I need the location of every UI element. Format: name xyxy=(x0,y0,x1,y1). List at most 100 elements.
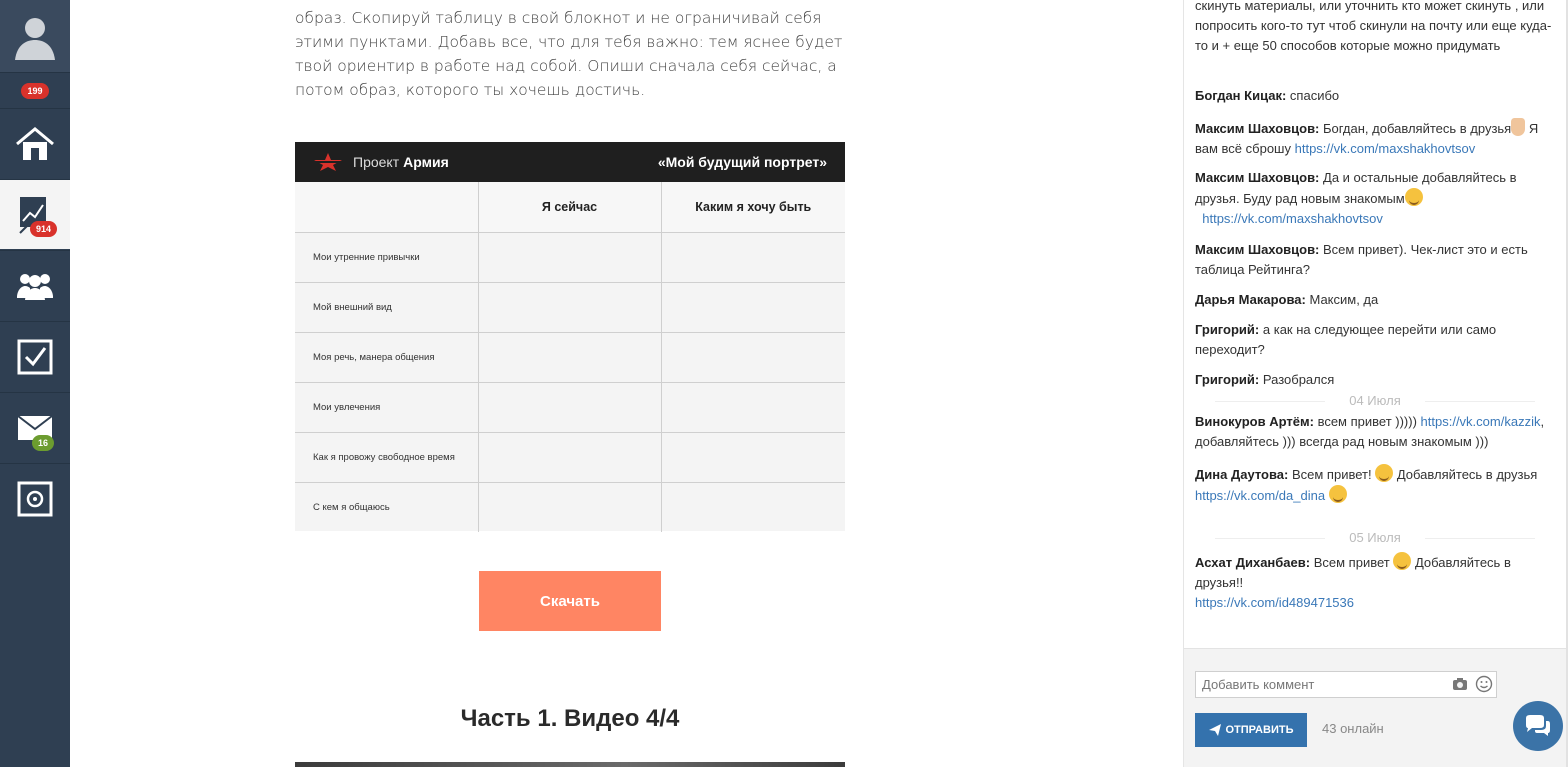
app-root: 199 914 16 образ. Скопируй таблицу в сво… xyxy=(0,0,1568,767)
chat-message: Григорий: а как на следующее перейти или… xyxy=(1195,320,1555,360)
lesson-content: образ. Скопируй таблицу в свой блокнот и… xyxy=(70,0,1183,767)
chat-message: Винокуров Артём: всем привет ))))) https… xyxy=(1195,412,1555,452)
people-nav-item[interactable] xyxy=(0,250,70,320)
brand-name: Армия xyxy=(403,154,449,170)
message-author: Максим Шаховцов: xyxy=(1195,170,1320,185)
message-author: Максим Шаховцов: xyxy=(1195,121,1320,136)
row-label: Мои увлечения xyxy=(295,382,478,433)
notifications-item[interactable]: 199 xyxy=(0,72,70,108)
checkbox-icon xyxy=(17,339,53,374)
row-label: Мои утренние привычки xyxy=(295,232,478,283)
message-link[interactable]: https://vk.com/da_dina xyxy=(1195,488,1325,503)
portrait-title: «Мой будущий портрет» xyxy=(657,154,827,170)
table-cell xyxy=(477,432,661,483)
table-row: Моя речь, манера общения xyxy=(295,332,845,383)
portrait-header: Проект Армия «Мой будущий портрет» xyxy=(295,142,845,182)
avatar[interactable] xyxy=(0,0,70,72)
notifications-badge: 199 xyxy=(21,82,49,99)
future-portrait-table: Проект Армия «Мой будущий портрет» Я сей… xyxy=(295,142,845,532)
column-header-future: Каким я хочу быть xyxy=(660,182,845,233)
column-header xyxy=(295,182,478,233)
message-text: спасибо xyxy=(1289,88,1340,103)
tasks-nav-item[interactable] xyxy=(0,321,70,391)
message-author: Дарья Макарова: xyxy=(1195,292,1306,307)
users-group-icon xyxy=(17,273,53,300)
paper-plane-icon xyxy=(1208,724,1221,736)
chat-message: скинуть материалы, или уточнить кто може… xyxy=(1195,0,1555,56)
chat-bubbles-icon xyxy=(1526,715,1550,736)
message-author: Дина Даутова: xyxy=(1195,467,1289,482)
message-text: Всем привет! xyxy=(1291,467,1372,482)
chat-composer: ОТПРАВИТЬ 43 онлайн xyxy=(1184,648,1568,767)
message-author: Асхат Диханбаев: xyxy=(1195,555,1311,570)
emoji-picker-icon[interactable] xyxy=(1475,675,1493,693)
blush-emoji-icon xyxy=(1375,464,1394,482)
chat-message: Максим Шаховцов: Всем привет). Чек-лист … xyxy=(1195,240,1555,280)
message-author: Григорий: xyxy=(1195,372,1260,387)
online-count: 43 онлайн xyxy=(1322,721,1384,736)
table-cell xyxy=(477,482,661,532)
chat-message: Асхат Диханбаев: Всем привет Добавляйтес… xyxy=(1195,552,1555,613)
table-cell xyxy=(477,382,661,433)
chat-panel: скинуть материалы, или уточнить кто може… xyxy=(1183,0,1568,767)
row-label: Как я провожу свободное время xyxy=(295,432,478,483)
smile-emoji-icon xyxy=(1404,188,1423,206)
date-separator: 04 Июля xyxy=(1195,391,1555,411)
table-cell xyxy=(477,332,661,383)
message-text: Всем привет xyxy=(1313,555,1390,570)
message-author: Богдан Кицак: xyxy=(1195,88,1287,103)
message-text: Богдан, добавляйтесь в друзья xyxy=(1323,121,1512,136)
row-label: С кем я общаюсь xyxy=(313,501,390,513)
message-link[interactable]: https://vk.com/maxshakhovtsov xyxy=(1295,141,1476,156)
table-cell xyxy=(660,232,845,283)
message-text: всем привет ))))) xyxy=(1317,414,1417,429)
home-nav-item[interactable] xyxy=(0,108,70,178)
date-separator: 05 Июля xyxy=(1195,528,1555,548)
table-cell xyxy=(477,232,661,283)
settings-nav-item[interactable] xyxy=(0,463,70,533)
camera-icon[interactable] xyxy=(1452,677,1468,691)
chat-message: Дина Даутова: Всем привет! Добавляйтесь … xyxy=(1195,464,1555,506)
chat-message: Максим Шаховцов: Богдан, добавляйтесь в … xyxy=(1195,118,1555,159)
row-label: Моя речь, манера общения xyxy=(295,332,478,383)
smile-emoji-icon xyxy=(1393,552,1412,570)
table-row: Мои увлечения xyxy=(295,382,845,433)
chat-message: Григорий: Разобрался xyxy=(1195,370,1555,390)
chat-toggle-button[interactable] xyxy=(1513,701,1563,751)
raised-hand-emoji-icon xyxy=(1511,118,1526,136)
stats-nav-item[interactable]: 914 xyxy=(0,179,70,249)
message-link[interactable]: https://vk.com/kazzik xyxy=(1421,414,1541,429)
project-brand: Проект Армия xyxy=(313,152,449,172)
left-sidebar: 199 914 16 xyxy=(0,0,70,767)
send-label: ОТПРАВИТЬ xyxy=(1225,724,1294,736)
stats-badge: 914 xyxy=(30,221,58,237)
portrait-grid: Я сейчас Каким я хочу быть Мои утренние … xyxy=(295,182,845,532)
table-cell xyxy=(660,332,845,383)
message-link[interactable]: https://vk.com/id489471536 xyxy=(1195,595,1354,610)
mail-nav-item[interactable]: 16 xyxy=(0,392,70,462)
video-player-top[interactable] xyxy=(295,762,845,767)
table-cell xyxy=(660,382,845,433)
brand-prefix: Проект xyxy=(353,154,400,170)
message-link[interactable]: https://vk.com/maxshakhovtsov xyxy=(1202,211,1383,226)
table-cell xyxy=(660,282,845,333)
user-avatar-icon xyxy=(15,18,55,60)
table-row: Как я провожу свободное время xyxy=(295,432,845,483)
message-text: Разобрался xyxy=(1262,372,1335,387)
army-star-logo-icon xyxy=(313,153,343,171)
lesson-intro-text: образ. Скопируй таблицу в свой блокнот и… xyxy=(295,9,843,99)
safe-settings-icon xyxy=(17,481,53,516)
message-author: Максим Шаховцов: xyxy=(1195,242,1320,257)
blush-emoji-icon xyxy=(1328,485,1347,503)
send-button[interactable]: ОТПРАВИТЬ xyxy=(1195,713,1307,747)
table-cell xyxy=(660,482,845,532)
chat-message: Максим Шаховцов: Да и остальные добавляй… xyxy=(1195,168,1555,229)
download-button[interactable]: Скачать xyxy=(479,571,661,631)
message-text: скинуть материалы, или уточнить кто може… xyxy=(1195,0,1552,53)
row-label: Мой внешний вид xyxy=(295,282,478,333)
table-row: С кем я общаюсь xyxy=(295,482,845,532)
message-author: Григорий: xyxy=(1195,322,1260,337)
column-header-now: Я сейчас xyxy=(477,182,661,233)
message-author: Винокуров Артём: xyxy=(1195,414,1314,429)
table-row: Мой внешний вид xyxy=(295,282,845,333)
